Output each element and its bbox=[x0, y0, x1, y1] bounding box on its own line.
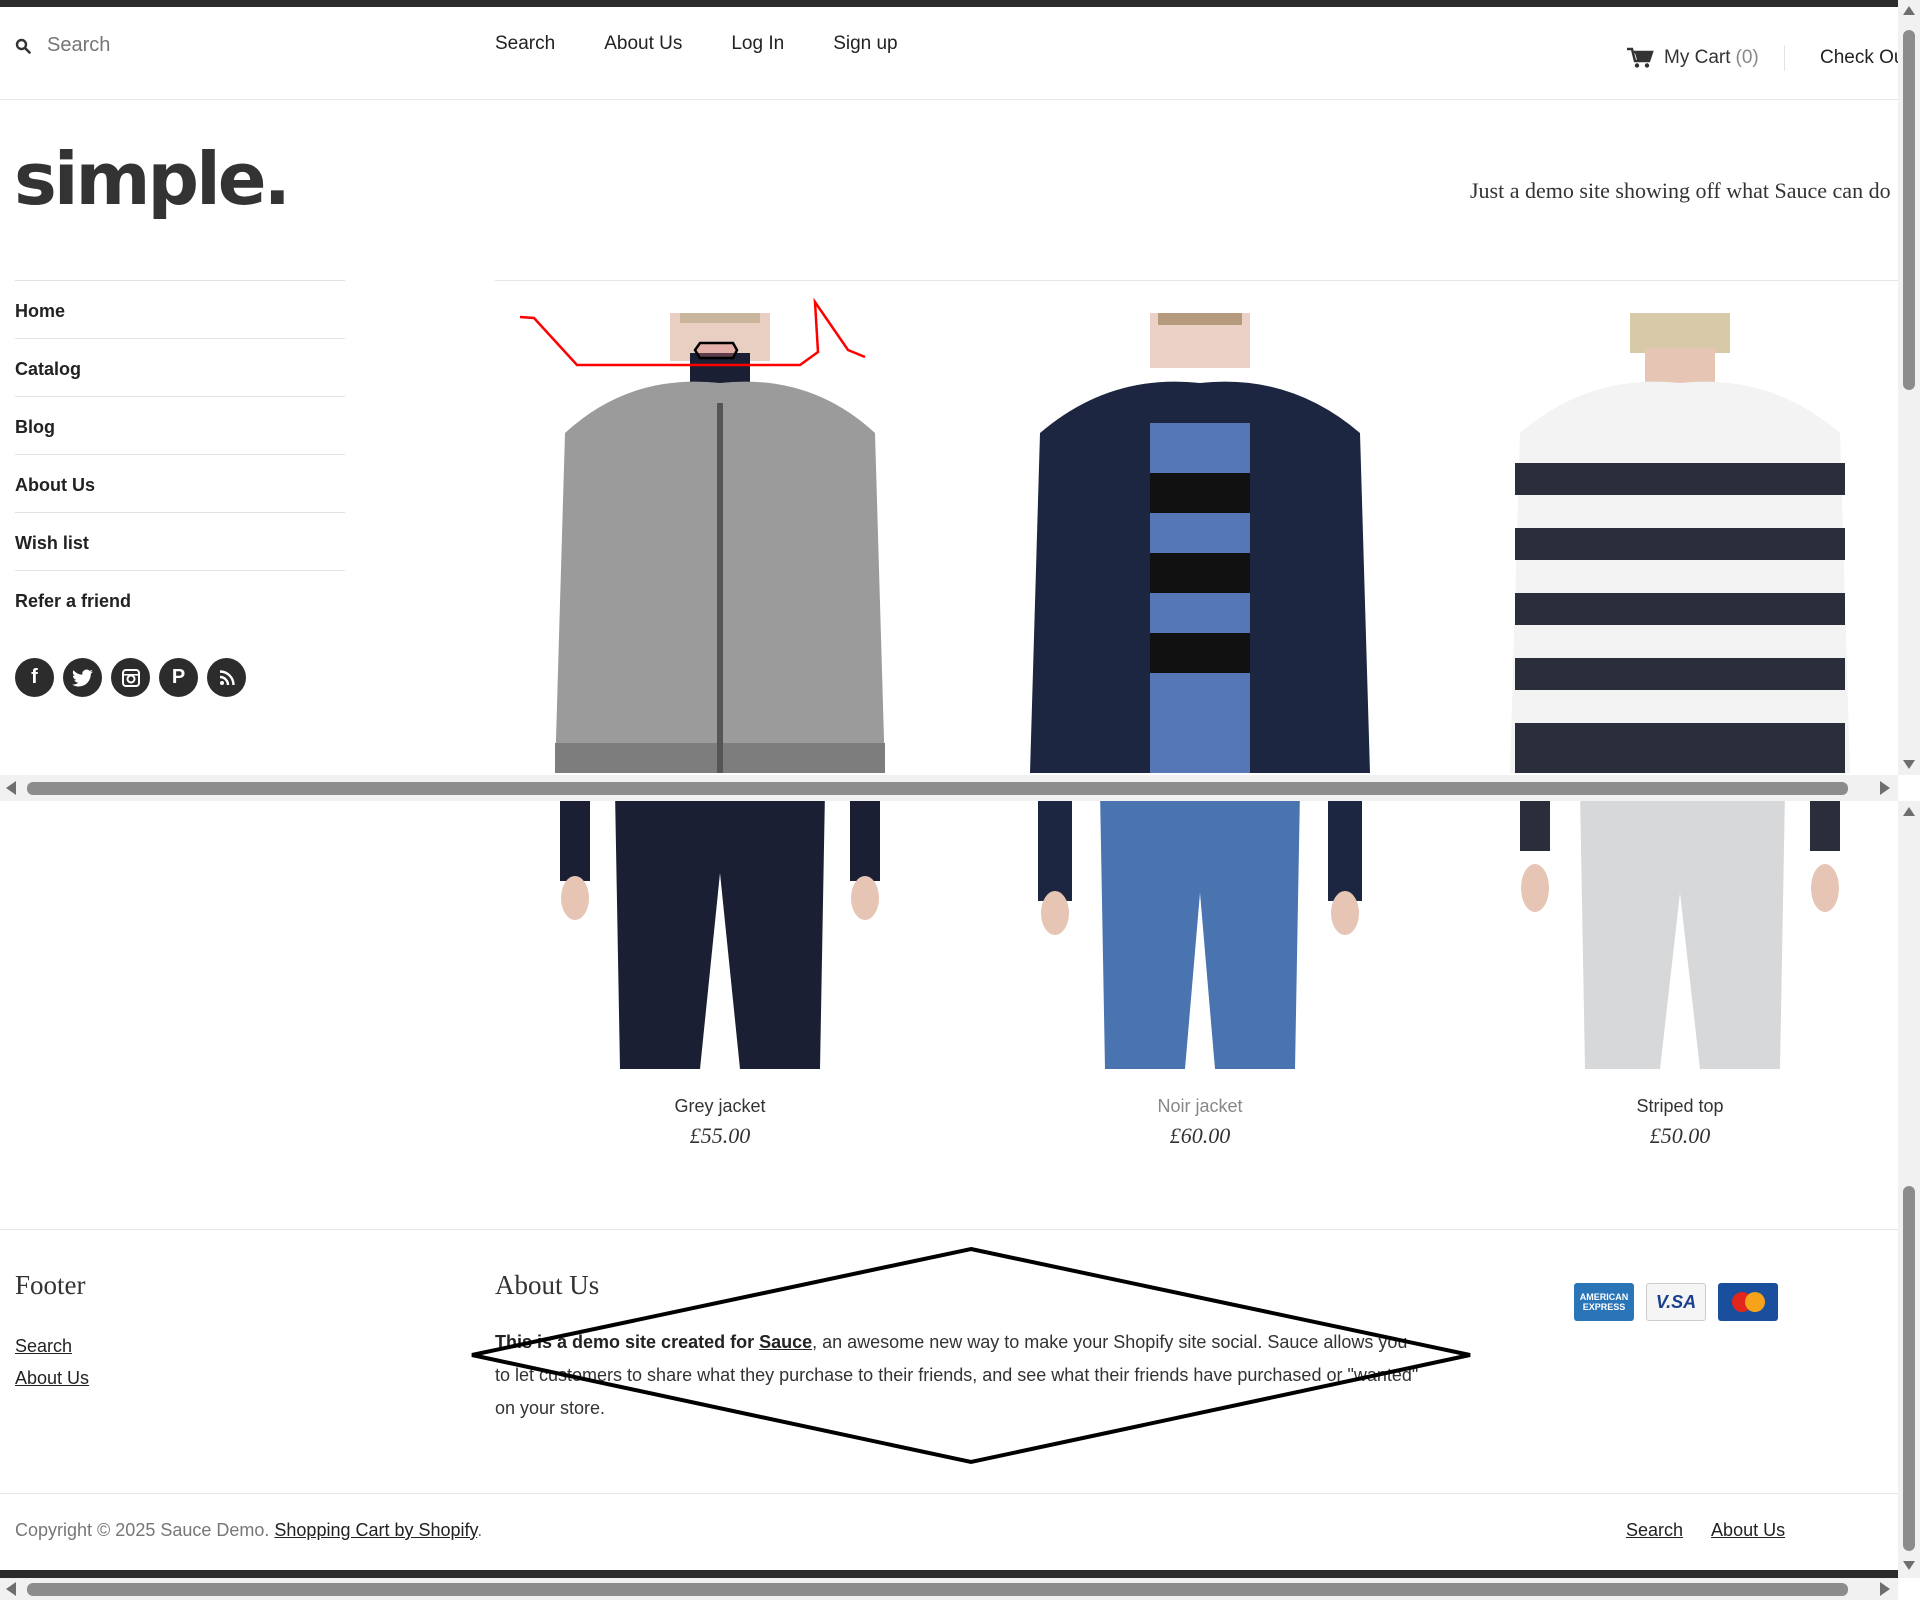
product-price: £60.00 bbox=[1169, 1123, 1231, 1148]
site-tagline: Just a demo site showing off what Sauce … bbox=[1470, 178, 1891, 203]
payment-cards: AMERICAN EXPRESS V.SA bbox=[1574, 1283, 1778, 1321]
copyright-divider bbox=[0, 1493, 1898, 1494]
scroll-left-arrow-icon[interactable] bbox=[6, 1582, 16, 1596]
product-name[interactable]: Grey jacket bbox=[480, 1096, 960, 1117]
bottom-bar bbox=[0, 1570, 1898, 1578]
scroll-up-arrow-icon[interactable] bbox=[1903, 807, 1915, 816]
facebook-icon[interactable]: f bbox=[15, 658, 54, 697]
check-out-link[interactable]: Check Out bbox=[1820, 47, 1898, 69]
site-logo[interactable]: simple. bbox=[14, 143, 291, 215]
sidebar-item-catalog[interactable]: Catalog bbox=[15, 338, 345, 396]
bottom-about-us-link[interactable]: About Us bbox=[1711, 1520, 1785, 1541]
vertical-scrollbar-bottom[interactable] bbox=[1898, 801, 1920, 1578]
instagram-icon[interactable] bbox=[111, 658, 150, 697]
top-nav: Search About Us Log In Sign up bbox=[495, 33, 898, 55]
cart-count: (0) bbox=[1735, 47, 1759, 68]
visa-card-icon: V.SA bbox=[1646, 1283, 1706, 1321]
top-bar bbox=[0, 0, 1898, 7]
scroll-right-arrow-icon[interactable] bbox=[1880, 1582, 1890, 1596]
bottom-links: Search About Us bbox=[1626, 1520, 1785, 1541]
social-links: f P bbox=[15, 658, 246, 697]
copyright-period: . bbox=[477, 1520, 483, 1540]
search-input[interactable] bbox=[45, 33, 309, 58]
copyright: Copyright © 2025 Sauce Demo. Shopping Ca… bbox=[15, 1520, 482, 1541]
content-divider bbox=[495, 280, 1898, 281]
vertical-scrollbar-top[interactable] bbox=[1898, 0, 1920, 775]
search-icon bbox=[15, 38, 31, 54]
scroll-down-arrow-icon[interactable] bbox=[1903, 1561, 1915, 1570]
footer-title: Footer bbox=[15, 1270, 86, 1300]
scrollbar-thumb[interactable] bbox=[27, 1583, 1848, 1596]
footer-links: Search About Us bbox=[15, 1330, 89, 1394]
sidebar-item-refer-a-friend[interactable]: Refer a friend bbox=[15, 570, 345, 628]
cart-divider bbox=[1784, 45, 1785, 71]
about-title: About Us bbox=[495, 1270, 600, 1300]
amex-card-icon: AMERICAN EXPRESS bbox=[1574, 1283, 1634, 1321]
scroll-up-arrow-icon[interactable] bbox=[1903, 6, 1915, 15]
pinterest-icon[interactable]: P bbox=[159, 658, 198, 697]
product-name[interactable]: Striped top bbox=[1440, 1096, 1920, 1117]
sidebar-nav: Home Catalog Blog About Us Wish list Ref… bbox=[15, 280, 345, 628]
footer-about-us-link[interactable]: About Us bbox=[15, 1362, 89, 1394]
sidebar-item-about-us[interactable]: About Us bbox=[15, 454, 345, 512]
product-image-striped-top[interactable] bbox=[1440, 313, 1920, 1069]
rss-icon[interactable] bbox=[207, 658, 246, 697]
footer-search-link[interactable]: Search bbox=[15, 1330, 89, 1362]
product-image-grey-jacket[interactable] bbox=[480, 313, 960, 1069]
topnav-search-link[interactable]: Search bbox=[495, 33, 555, 55]
cart-icon bbox=[1627, 47, 1654, 68]
about-intro: This is a demo site created for bbox=[495, 1332, 760, 1352]
sidebar-item-home[interactable]: Home bbox=[15, 280, 345, 338]
search-box[interactable] bbox=[15, 33, 309, 58]
product-price: £50.00 bbox=[1649, 1123, 1711, 1148]
about-text: This is a demo site created for Sauce, a… bbox=[495, 1326, 1425, 1425]
footer-divider bbox=[0, 1229, 1898, 1230]
sidebar-item-blog[interactable]: Blog bbox=[15, 396, 345, 454]
topnav-about-us-link[interactable]: About Us bbox=[604, 33, 682, 55]
sidebar-item-wish-list[interactable]: Wish list bbox=[15, 512, 345, 570]
my-cart-link[interactable]: My Cart (0) bbox=[1626, 47, 1759, 69]
horizontal-scrollbar-bottom[interactable] bbox=[0, 1578, 1898, 1600]
cart-label: My Cart bbox=[1664, 47, 1731, 68]
copyright-text: Copyright © 2025 Sauce Demo. bbox=[15, 1520, 275, 1540]
scroll-right-arrow-icon[interactable] bbox=[1880, 781, 1890, 795]
topnav-sign-up-link[interactable]: Sign up bbox=[833, 33, 897, 55]
shopify-link[interactable]: Shopping Cart by Shopify bbox=[274, 1520, 477, 1540]
sauce-link[interactable]: Sauce bbox=[759, 1332, 812, 1352]
product-name[interactable]: Noir jacket bbox=[960, 1096, 1440, 1117]
product-image-noir-jacket[interactable] bbox=[960, 313, 1440, 1069]
twitter-icon[interactable] bbox=[63, 658, 102, 697]
scrollbar-thumb[interactable] bbox=[1903, 1186, 1915, 1551]
mastercard-card-icon bbox=[1718, 1283, 1778, 1321]
bottom-search-link[interactable]: Search bbox=[1626, 1520, 1683, 1541]
scroll-left-arrow-icon[interactable] bbox=[6, 781, 16, 795]
horizontal-scrollbar[interactable] bbox=[0, 775, 1898, 801]
scroll-down-arrow-icon[interactable] bbox=[1903, 760, 1915, 769]
topnav-log-in-link[interactable]: Log In bbox=[731, 33, 784, 55]
scrollbar-thumb[interactable] bbox=[27, 782, 1848, 795]
product-price: £55.00 bbox=[689, 1123, 751, 1148]
scrollbar-thumb[interactable] bbox=[1903, 30, 1915, 390]
header: Search About Us Log In Sign up My Cart (… bbox=[0, 7, 1898, 100]
